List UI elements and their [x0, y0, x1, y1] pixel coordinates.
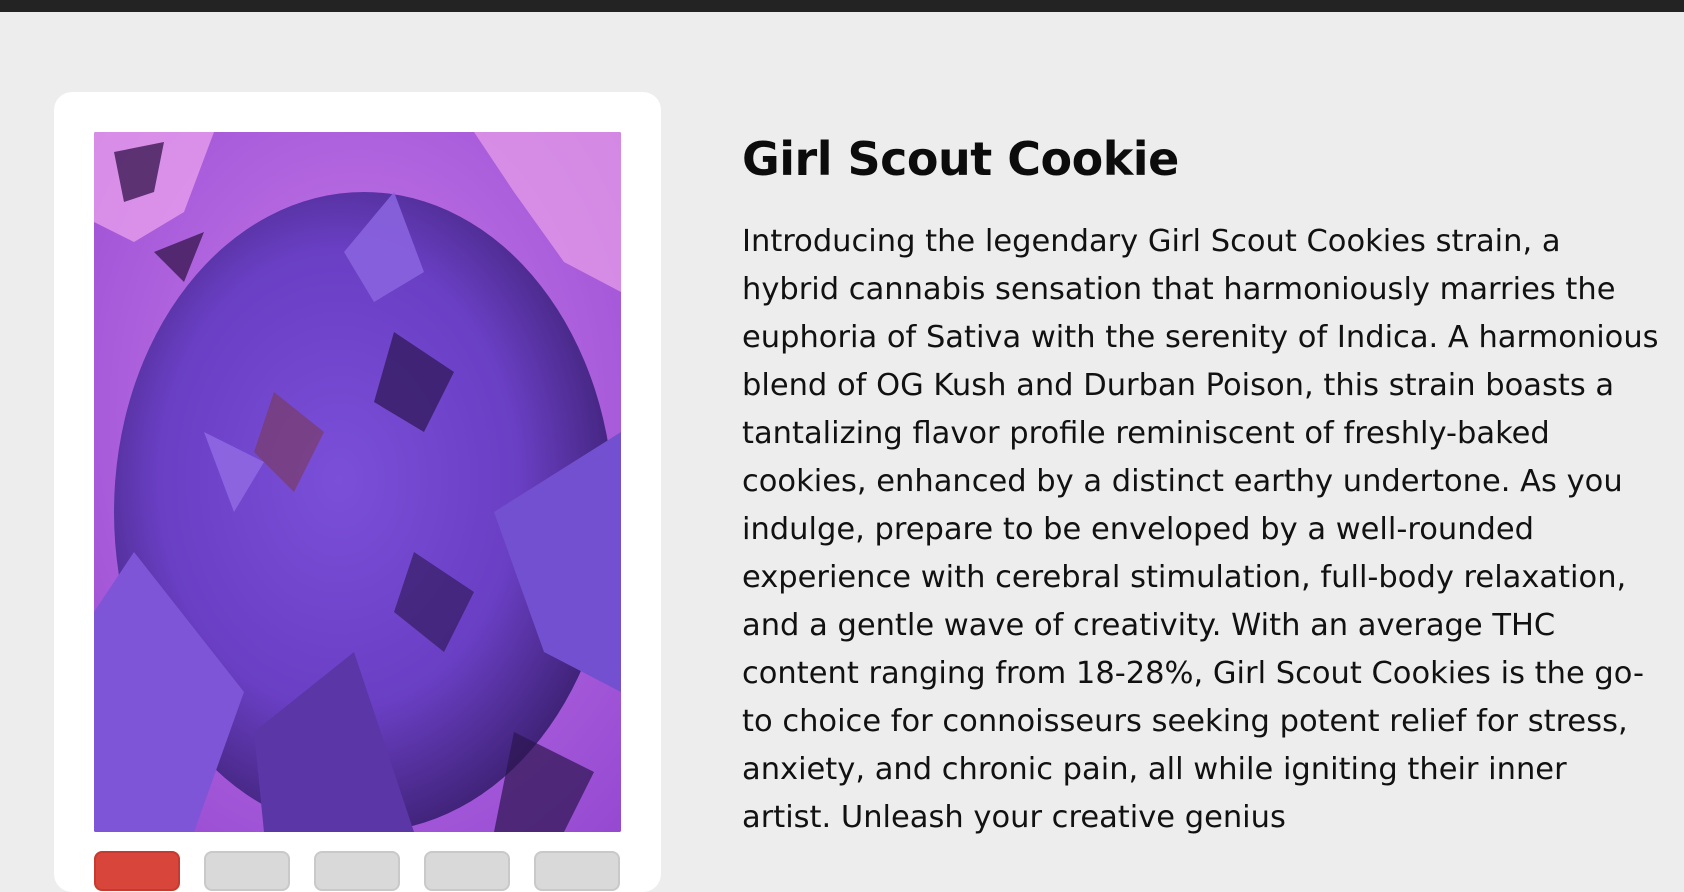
product-info: Girl Scout Cookie Introducing the legend…	[742, 120, 1662, 842]
thumbnail-4[interactable]	[424, 851, 510, 891]
product-description: Introducing the legendary Girl Scout Coo…	[742, 224, 1659, 835]
thumbnail-1[interactable]	[94, 851, 180, 891]
product-title: Girl Scout Cookie	[742, 132, 1179, 186]
product-image	[94, 132, 621, 832]
cannabis-bud-illustration	[94, 132, 621, 832]
thumbnail-strip	[94, 851, 621, 891]
thumbnail-2[interactable]	[204, 851, 290, 891]
thumbnail-5[interactable]	[534, 851, 620, 891]
thumbnail-3[interactable]	[314, 851, 400, 891]
product-gallery-card	[54, 92, 661, 892]
top-nav-bar	[0, 0, 1684, 12]
